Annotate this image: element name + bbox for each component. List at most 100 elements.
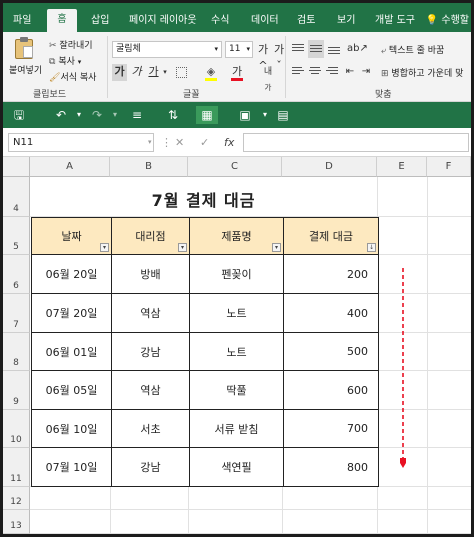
column-header-a[interactable]: A — [30, 157, 110, 177]
font-color-button[interactable]: 가 — [229, 64, 245, 81]
row-header-11[interactable]: 11 — [3, 448, 30, 487]
borders-button[interactable] — [173, 64, 191, 81]
wrap-text-button[interactable]: ⤶ 텍스트 줄 바꿈 — [381, 43, 444, 56]
chevron-down-icon[interactable]: ▾ — [255, 106, 275, 124]
italic-button[interactable]: 가 — [129, 64, 144, 81]
row-header-8[interactable]: 8 — [3, 333, 30, 371]
column-header-d[interactable]: D — [282, 157, 377, 177]
cell-payment[interactable]: 500 — [283, 332, 379, 371]
tab-insert[interactable]: 삽입 — [85, 10, 115, 32]
chevron-down-icon[interactable]: ▾ — [161, 64, 169, 81]
sort-icon[interactable]: ⇅ — [163, 106, 183, 124]
bold-button[interactable]: 가 — [112, 64, 127, 81]
cell-payment[interactable]: 400 — [283, 293, 379, 333]
cell-date[interactable]: 06월 20일 — [31, 254, 112, 294]
cell-agency[interactable]: 역삼 — [111, 370, 190, 410]
format-painter-button[interactable]: 🖌서식 복사 — [49, 70, 96, 83]
row-header-9[interactable]: 9 — [3, 371, 30, 410]
row-header-10[interactable]: 10 — [3, 410, 30, 448]
sheet-title[interactable]: 7월 결제 대금 — [30, 177, 377, 217]
font-name-select[interactable]: 굴림체 ▾ — [112, 41, 222, 58]
tell-me-box[interactable]: 💡 수행할 — [426, 10, 469, 32]
filter-dropdown-icon[interactable]: ▾ — [272, 243, 281, 252]
cell-agency[interactable]: 강남 — [111, 332, 190, 371]
cell-payment[interactable]: 200 — [283, 254, 379, 294]
cell-agency[interactable]: 방배 — [111, 254, 190, 294]
row-header-4[interactable]: 4 — [3, 177, 30, 217]
cell-agency[interactable]: 서초 — [111, 409, 190, 448]
redo-icon[interactable]: ↷ — [87, 106, 107, 124]
header-cell-payment[interactable]: 결제 대금 ↓ — [283, 217, 379, 255]
tab-review[interactable]: 검토 — [291, 10, 321, 32]
header-cell-product[interactable]: 제품명 ▾ — [189, 217, 284, 255]
formula-input[interactable] — [243, 133, 469, 152]
undo-icon[interactable]: ↶ — [51, 106, 71, 124]
chevron-down-icon[interactable]: ▾ — [105, 106, 125, 124]
sort-ascending-filter-icon[interactable]: ↓ — [367, 243, 376, 252]
filter-dropdown-icon[interactable]: ▾ — [100, 243, 109, 252]
paste-button[interactable]: 붙여넣기 — [7, 35, 42, 83]
align-left-button[interactable] — [291, 65, 305, 79]
tab-formulas[interactable]: 수식 — [205, 10, 235, 32]
save-icon[interactable]: 🖫 — [9, 106, 29, 124]
cell-product[interactable]: 노트 — [189, 293, 284, 333]
cell-product[interactable]: 딱풀 — [189, 370, 284, 410]
cell-product[interactable]: 펜꽂이 — [189, 254, 284, 294]
row-header-7[interactable]: 7 — [3, 294, 30, 333]
fill-cells-icon[interactable]: ▦ — [196, 106, 218, 124]
top-align-button[interactable] — [291, 42, 305, 56]
cell-product[interactable]: 색연필 — [189, 447, 284, 487]
tab-file[interactable]: 파일 — [7, 10, 37, 32]
align-right-button[interactable] — [325, 65, 339, 79]
cell-agency[interactable]: 역삼 — [111, 293, 190, 333]
worksheet-grid[interactable]: A B C D E F 4 5 6 7 8 9 10 11 12 13 7월 결… — [3, 157, 471, 534]
grow-font-button[interactable]: 가^ — [256, 42, 270, 72]
camera-icon[interactable]: ▣ — [235, 106, 255, 124]
cell-date[interactable]: 07월 10일 — [31, 447, 112, 487]
cell-date[interactable]: 06월 05일 — [31, 370, 112, 410]
bottom-align-button[interactable] — [327, 42, 341, 56]
decrease-indent-button[interactable]: ⇤ — [343, 64, 357, 81]
filter-dropdown-icon[interactable]: ▾ — [178, 243, 187, 252]
cell-payment[interactable]: 700 — [283, 409, 379, 448]
shrink-font-button[interactable]: 가ˇ — [272, 42, 286, 72]
increase-indent-button[interactable]: ⇥ — [359, 64, 373, 81]
tab-home[interactable]: 홈 — [47, 9, 77, 32]
column-header-c[interactable]: C — [188, 157, 282, 177]
cut-button[interactable]: ✂ 잘라내기 — [49, 38, 93, 51]
middle-align-button[interactable] — [308, 40, 324, 58]
column-header-e[interactable]: E — [377, 157, 427, 177]
tab-view[interactable]: 보기 — [331, 10, 361, 32]
font-size-select[interactable]: 11 ▾ — [225, 41, 253, 58]
name-box[interactable]: N11 — [8, 133, 154, 152]
row-header-12[interactable]: 12 — [3, 487, 30, 510]
header-cell-agency[interactable]: 대리점 ▾ — [111, 217, 190, 255]
align-center-button[interactable] — [308, 65, 322, 79]
cell-product[interactable]: 서류 받침 — [189, 409, 284, 448]
underline-button[interactable]: 가 — [146, 64, 161, 81]
cell-payment[interactable]: 600 — [283, 370, 379, 410]
select-all-corner[interactable] — [3, 157, 30, 177]
phonetic-button[interactable]: 내가 — [261, 64, 275, 92]
cell-payment[interactable]: 800 — [283, 447, 379, 487]
header-cell-date[interactable]: 날짜 ▾ — [31, 217, 112, 255]
cell-date[interactable]: 07월 20일 — [31, 293, 112, 333]
form-icon[interactable]: ▤ — [273, 106, 293, 124]
cell-agency[interactable]: 강남 — [111, 447, 190, 487]
column-header-b[interactable]: B — [110, 157, 188, 177]
chevron-down-icon[interactable]: ▾ — [148, 134, 152, 151]
tab-developer[interactable]: 개발 도구 — [369, 10, 421, 32]
copy-button[interactable]: ⧉ 복사 ▾ — [49, 54, 81, 67]
row-header-5[interactable]: 5 — [3, 217, 30, 255]
insert-function-icon[interactable]: fx — [224, 134, 234, 151]
tab-page-layout[interactable]: 페이지 레이아웃 — [123, 10, 203, 32]
fill-color-button[interactable]: ◈ — [203, 64, 219, 81]
orientation-button[interactable]: ab↗ — [347, 41, 368, 58]
cell-date[interactable]: 06월 10일 — [31, 409, 112, 448]
align-icon[interactable]: ≡ — [127, 106, 147, 124]
row-header-6[interactable]: 6 — [3, 255, 30, 294]
chevron-down-icon[interactable]: ▾ — [69, 106, 89, 124]
cell-date[interactable]: 06월 01일 — [31, 332, 112, 371]
merge-center-button[interactable]: ⊞ 병합하고 가운데 맞 — [381, 66, 463, 79]
cancel-icon[interactable]: ✕ — [175, 134, 184, 151]
